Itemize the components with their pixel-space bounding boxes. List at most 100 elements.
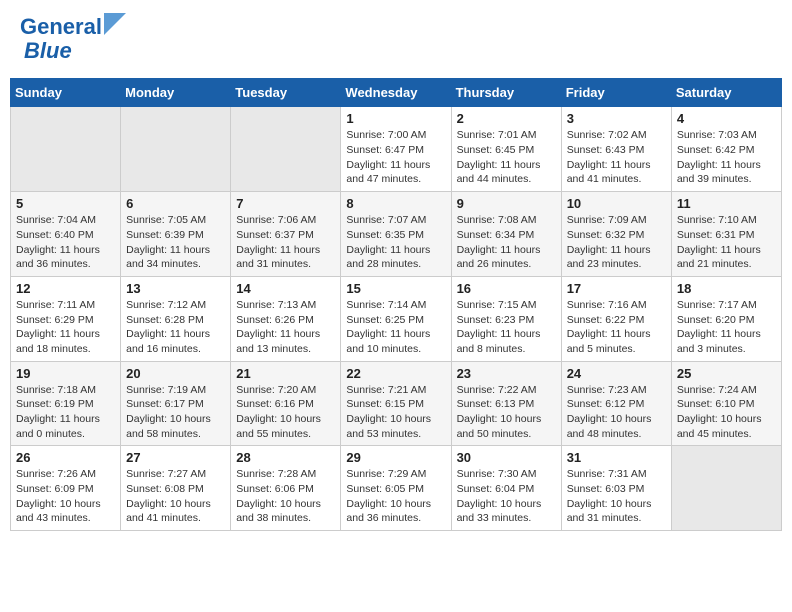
day-number: 18 <box>677 281 776 296</box>
day-info: Sunrise: 7:16 AM Sunset: 6:22 PM Dayligh… <box>567 298 666 357</box>
calendar-cell: 23 Sunrise: 7:22 AM Sunset: 6:13 PM Dayli… <box>451 361 561 446</box>
day-number: 7 <box>236 196 335 211</box>
day-info: Sunrise: 7:08 AM Sunset: 6:34 PM Dayligh… <box>457 213 556 272</box>
calendar-cell: 5 Sunrise: 7:04 AM Sunset: 6:40 PM Daylig… <box>11 192 121 277</box>
day-number: 27 <box>126 450 225 465</box>
day-number: 29 <box>346 450 445 465</box>
day-number: 25 <box>677 366 776 381</box>
calendar-cell: 31 Sunrise: 7:31 AM Sunset: 6:03 PM Dayli… <box>561 446 671 531</box>
day-number: 15 <box>346 281 445 296</box>
calendar-cell: 4 Sunrise: 7:03 AM Sunset: 6:42 PM Daylig… <box>671 107 781 192</box>
calendar-cell <box>121 107 231 192</box>
day-number: 30 <box>457 450 556 465</box>
calendar-week-row: 19Sunrise: 7:18 AM Sunset: 6:19 PM Dayli… <box>11 361 782 446</box>
day-number: 5 <box>16 196 115 211</box>
calendar-cell: 11 Sunrise: 7:10 AM Sunset: 6:31 PM Dayli… <box>671 192 781 277</box>
day-number: 16 <box>457 281 556 296</box>
calendar-day-header: Tuesday <box>231 79 341 107</box>
day-info: Sunrise: 7:22 AM Sunset: 6:13 PM Dayligh… <box>457 383 556 442</box>
day-info: Sunrise: 7:27 AM Sunset: 6:08 PM Dayligh… <box>126 467 225 526</box>
calendar-week-row: 26 Sunrise: 7:26 AM Sunset: 6:09 PM Dayli… <box>11 446 782 531</box>
day-number: 21 <box>236 366 335 381</box>
logo: General Blue <box>20 15 126 63</box>
calendar-cell: 28Sunrise: 7:28 AM Sunset: 6:06 PM Dayli… <box>231 446 341 531</box>
calendar-day-header: Monday <box>121 79 231 107</box>
calendar-cell: 15 Sunrise: 7:14 AM Sunset: 6:25 PM Dayli… <box>341 276 451 361</box>
day-number: 13 <box>126 281 225 296</box>
day-number: 8 <box>346 196 445 211</box>
day-info: Sunrise: 7:12 AM Sunset: 6:28 PM Dayligh… <box>126 298 225 357</box>
calendar-cell: 18 Sunrise: 7:17 AM Sunset: 6:20 PM Dayli… <box>671 276 781 361</box>
day-number: 28 <box>236 450 335 465</box>
calendar-cell: 30 Sunrise: 7:30 AM Sunset: 6:04 PM Dayli… <box>451 446 561 531</box>
day-info: Sunrise: 7:14 AM Sunset: 6:25 PM Dayligh… <box>346 298 445 357</box>
day-number: 9 <box>457 196 556 211</box>
calendar-day-header: Friday <box>561 79 671 107</box>
day-number: 24 <box>567 366 666 381</box>
day-number: 10 <box>567 196 666 211</box>
day-number: 26 <box>16 450 115 465</box>
day-info: Sunrise: 7:07 AM Sunset: 6:35 PM Dayligh… <box>346 213 445 272</box>
day-info: Sunrise: 7:24 AM Sunset: 6:10 PM Dayligh… <box>677 383 776 442</box>
day-info: Sunrise: 7:11 AM Sunset: 6:29 PM Dayligh… <box>16 298 115 357</box>
day-number: 22 <box>346 366 445 381</box>
day-info: Sunrise: 7:26 AM Sunset: 6:09 PM Dayligh… <box>16 467 115 526</box>
calendar-cell: 12 Sunrise: 7:11 AM Sunset: 6:29 PM Dayli… <box>11 276 121 361</box>
day-number: 31 <box>567 450 666 465</box>
calendar-cell: 14Sunrise: 7:13 AM Sunset: 6:26 PM Dayli… <box>231 276 341 361</box>
day-info: Sunrise: 7:20 AM Sunset: 6:16 PM Dayligh… <box>236 383 335 442</box>
day-number: 23 <box>457 366 556 381</box>
day-info: Sunrise: 7:06 AM Sunset: 6:37 PM Dayligh… <box>236 213 335 272</box>
day-number: 19 <box>16 366 115 381</box>
day-number: 11 <box>677 196 776 211</box>
calendar-header-row: SundayMondayTuesdayWednesdayThursdayFrid… <box>11 79 782 107</box>
day-info: Sunrise: 7:19 AM Sunset: 6:17 PM Dayligh… <box>126 383 225 442</box>
calendar-cell: 1 Sunrise: 7:00 AM Sunset: 6:47 PM Daylig… <box>341 107 451 192</box>
calendar-cell: 29 Sunrise: 7:29 AM Sunset: 6:05 PM Dayli… <box>341 446 451 531</box>
calendar-week-row: 5 Sunrise: 7:04 AM Sunset: 6:40 PM Daylig… <box>11 192 782 277</box>
day-number: 4 <box>677 111 776 126</box>
logo-text: General <box>20 15 102 39</box>
calendar-cell: 6Sunrise: 7:05 AM Sunset: 6:39 PM Daylig… <box>121 192 231 277</box>
calendar-cell: 17 Sunrise: 7:16 AM Sunset: 6:22 PM Dayli… <box>561 276 671 361</box>
calendar-table: SundayMondayTuesdayWednesdayThursdayFrid… <box>10 78 782 531</box>
calendar-cell: 27 Sunrise: 7:27 AM Sunset: 6:08 PM Dayli… <box>121 446 231 531</box>
day-info: Sunrise: 7:21 AM Sunset: 6:15 PM Dayligh… <box>346 383 445 442</box>
calendar-cell: 25 Sunrise: 7:24 AM Sunset: 6:10 PM Dayli… <box>671 361 781 446</box>
calendar-cell: 10 Sunrise: 7:09 AM Sunset: 6:32 PM Dayli… <box>561 192 671 277</box>
day-info: Sunrise: 7:15 AM Sunset: 6:23 PM Dayligh… <box>457 298 556 357</box>
logo-arrow-icon <box>104 13 126 35</box>
day-info: Sunrise: 7:05 AM Sunset: 6:39 PM Dayligh… <box>126 213 225 272</box>
calendar-cell: 13 Sunrise: 7:12 AM Sunset: 6:28 PM Dayli… <box>121 276 231 361</box>
day-info: Sunrise: 7:00 AM Sunset: 6:47 PM Dayligh… <box>346 128 445 187</box>
calendar-week-row: 1 Sunrise: 7:00 AM Sunset: 6:47 PM Daylig… <box>11 107 782 192</box>
calendar-cell: 22 Sunrise: 7:21 AM Sunset: 6:15 PM Dayli… <box>341 361 451 446</box>
day-info: Sunrise: 7:17 AM Sunset: 6:20 PM Dayligh… <box>677 298 776 357</box>
calendar-day-header: Sunday <box>11 79 121 107</box>
calendar-cell: 9 Sunrise: 7:08 AM Sunset: 6:34 PM Daylig… <box>451 192 561 277</box>
calendar-cell <box>231 107 341 192</box>
day-number: 17 <box>567 281 666 296</box>
day-info: Sunrise: 7:09 AM Sunset: 6:32 PM Dayligh… <box>567 213 666 272</box>
day-info: Sunrise: 7:04 AM Sunset: 6:40 PM Dayligh… <box>16 213 115 272</box>
day-number: 2 <box>457 111 556 126</box>
day-info: Sunrise: 7:31 AM Sunset: 6:03 PM Dayligh… <box>567 467 666 526</box>
calendar-cell: 26 Sunrise: 7:26 AM Sunset: 6:09 PM Dayli… <box>11 446 121 531</box>
day-number: 1 <box>346 111 445 126</box>
day-info: Sunrise: 7:10 AM Sunset: 6:31 PM Dayligh… <box>677 213 776 272</box>
day-info: Sunrise: 7:03 AM Sunset: 6:42 PM Dayligh… <box>677 128 776 187</box>
calendar-day-header: Saturday <box>671 79 781 107</box>
calendar-cell <box>671 446 781 531</box>
day-info: Sunrise: 7:30 AM Sunset: 6:04 PM Dayligh… <box>457 467 556 526</box>
logo-blue-text: Blue <box>24 38 72 63</box>
day-info: Sunrise: 7:29 AM Sunset: 6:05 PM Dayligh… <box>346 467 445 526</box>
calendar-day-header: Thursday <box>451 79 561 107</box>
day-number: 12 <box>16 281 115 296</box>
calendar-week-row: 12 Sunrise: 7:11 AM Sunset: 6:29 PM Dayli… <box>11 276 782 361</box>
page-header: General Blue <box>10 10 782 68</box>
day-info: Sunrise: 7:23 AM Sunset: 6:12 PM Dayligh… <box>567 383 666 442</box>
calendar-cell: 8 Sunrise: 7:07 AM Sunset: 6:35 PM Daylig… <box>341 192 451 277</box>
day-info: Sunrise: 7:02 AM Sunset: 6:43 PM Dayligh… <box>567 128 666 187</box>
calendar-cell: 7 Sunrise: 7:06 AM Sunset: 6:37 PM Daylig… <box>231 192 341 277</box>
calendar-cell: 3Sunrise: 7:02 AM Sunset: 6:43 PM Daylig… <box>561 107 671 192</box>
